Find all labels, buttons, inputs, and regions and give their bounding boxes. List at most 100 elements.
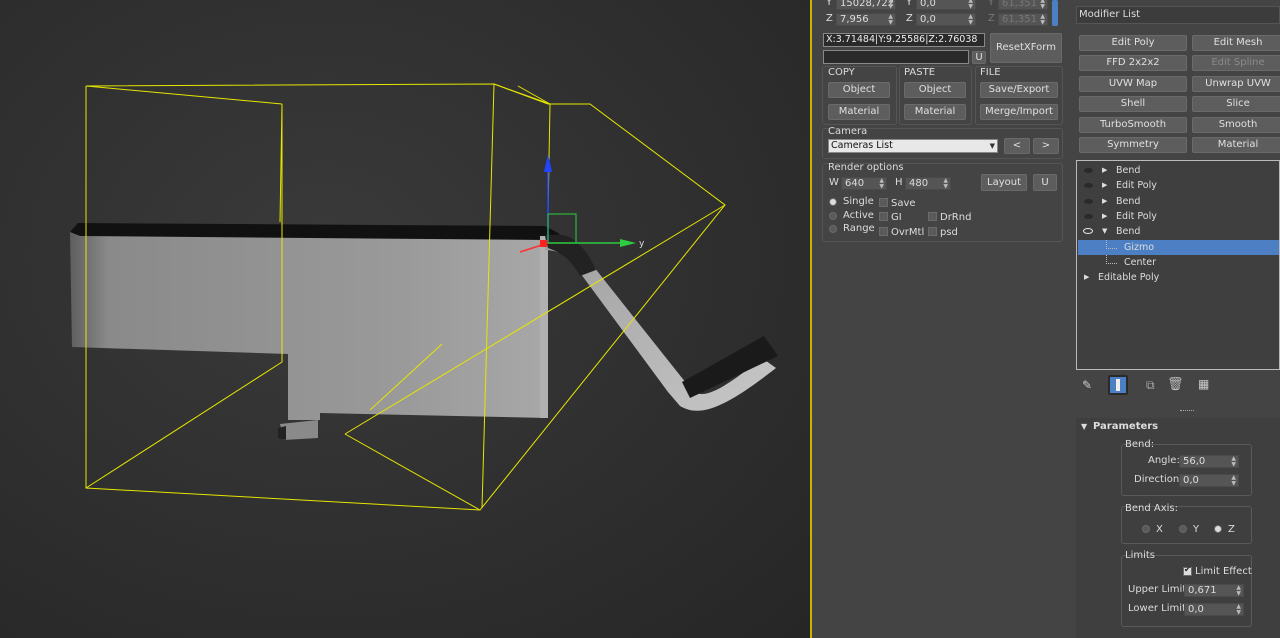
- direction-label: Direction:: [1134, 474, 1183, 485]
- spinner-arrows-icon[interactable]: ▲ ▼: [943, 178, 948, 190]
- render-u-button[interactable]: U: [1033, 174, 1057, 191]
- modifier-stack[interactable]: ▶ Bend ▶ Edit Poly ▶ Bend ▶ Edit Poly ▼ Bend Gizmo…: [1076, 160, 1280, 370]
- spinner-arrows-icon[interactable]: ▲ ▼: [1231, 456, 1236, 468]
- visibility-toggle-icon[interactable]: [1084, 213, 1093, 219]
- rollout-divider[interactable]: [1180, 410, 1194, 413]
- modifier-button[interactable]: Edit Spline: [1192, 55, 1280, 72]
- stack-item[interactable]: Center: [1078, 254, 1279, 270]
- axis-z-label: Z: [1228, 524, 1235, 535]
- ovrmtl-checkbox[interactable]: [879, 227, 888, 236]
- coord-y2-field[interactable]: 0,0 ▲ ▼: [916, 0, 976, 10]
- axis-z-radio[interactable]: [1214, 525, 1222, 533]
- expand-right-icon[interactable]: ▶: [1102, 209, 1107, 224]
- stack-item[interactable]: ▼ Bend: [1078, 224, 1279, 239]
- scroll-indicator[interactable]: [1052, 0, 1058, 26]
- cursor-readout-field[interactable]: X:3.71484|Y:9.25586|Z:2.76038: [823, 33, 985, 47]
- save-checkbox[interactable]: [879, 198, 888, 207]
- axis-x-radio[interactable]: [1142, 525, 1150, 533]
- stack-item[interactable]: ▶ Editable Poly: [1078, 270, 1279, 285]
- modifier-button[interactable]: Smooth: [1192, 116, 1280, 133]
- modifier-button[interactable]: TurboSmooth: [1079, 116, 1187, 133]
- show-end-result-icon[interactable]: [1108, 375, 1128, 395]
- expand-right-icon[interactable]: ▶: [1102, 178, 1107, 193]
- axis-y-radio[interactable]: [1179, 525, 1187, 533]
- gi-checkbox[interactable]: [879, 212, 888, 221]
- drrnd-checkbox[interactable]: [928, 212, 937, 221]
- spinner-arrows-icon[interactable]: ▲ ▼: [888, 0, 893, 10]
- expand-right-icon[interactable]: ▶: [1102, 163, 1107, 178]
- angle-field[interactable]: 56,0 ▲ ▼: [1179, 455, 1239, 468]
- coord-z2-field[interactable]: 0,0 ▲ ▼: [916, 13, 976, 26]
- coord-z3-field: 61,351 ▲ ▼: [998, 13, 1048, 26]
- stack-item-label: Center: [1124, 256, 1156, 268]
- direction-field[interactable]: 0,0 ▲ ▼: [1179, 474, 1239, 487]
- visibility-toggle-icon[interactable]: [1084, 198, 1093, 204]
- layout-button[interactable]: Layout: [981, 174, 1027, 191]
- stack-item[interactable]: ▶ Bend: [1078, 194, 1279, 209]
- coord-z-field[interactable]: 7,956 ▲ ▼: [836, 13, 896, 26]
- expand-right-icon[interactable]: ▶: [1102, 194, 1107, 209]
- expand-right-icon[interactable]: ▶: [1084, 270, 1089, 285]
- tree-line: [1106, 239, 1117, 249]
- copy-material-button[interactable]: Material: [828, 104, 890, 120]
- collapse-arrow-icon[interactable]: ▼: [1081, 422, 1087, 431]
- active-radio[interactable]: [829, 212, 837, 220]
- modifier-list-dropdown[interactable]: Modifier List: [1076, 6, 1280, 24]
- limit-effect-checkbox[interactable]: ✔: [1183, 565, 1192, 576]
- parameters-title[interactable]: Parameters: [1093, 421, 1158, 432]
- u-button[interactable]: U: [972, 51, 986, 64]
- viewport[interactable]: y: [0, 0, 810, 638]
- modifier-button[interactable]: Symmetry: [1079, 137, 1187, 153]
- spinner-arrows-icon[interactable]: ▲ ▼: [1231, 475, 1236, 487]
- spinner-arrows-icon[interactable]: ▲ ▼: [968, 0, 973, 10]
- expand-down-icon[interactable]: ▼: [1102, 224, 1107, 239]
- spinner-arrows-icon[interactable]: ▲ ▼: [888, 14, 893, 26]
- single-radio[interactable]: [829, 198, 837, 206]
- stack-item[interactable]: ▶ Bend: [1078, 163, 1279, 178]
- spinner-arrows-icon[interactable]: ▲ ▼: [1236, 604, 1241, 616]
- spinner-arrows-icon[interactable]: ▲ ▼: [879, 178, 884, 190]
- stack-item[interactable]: Gizmo: [1078, 239, 1279, 255]
- camera-prev-button[interactable]: <: [1004, 138, 1030, 154]
- name-input[interactable]: [823, 50, 969, 64]
- eye-icon[interactable]: [1083, 228, 1093, 235]
- render-w-label: W: [829, 177, 839, 188]
- merge-import-button[interactable]: Merge/Import: [980, 104, 1058, 120]
- configure-sets-icon[interactable]: ▦: [1198, 377, 1209, 391]
- copy-object-button[interactable]: Object: [828, 82, 890, 98]
- mesh-object[interactable]: [70, 223, 778, 440]
- upper-limit-label: Upper Limit:: [1128, 584, 1190, 595]
- modifier-button[interactable]: Slice: [1192, 96, 1280, 113]
- modifier-button[interactable]: Edit Poly: [1079, 35, 1187, 51]
- limit-effect-label: Limit Effect: [1195, 566, 1252, 577]
- modifier-button[interactable]: UVW Map: [1079, 75, 1187, 92]
- cameras-dropdown[interactable]: Cameras List ▼: [828, 139, 998, 153]
- modifier-button[interactable]: Material: [1192, 137, 1280, 153]
- visibility-toggle-icon[interactable]: [1084, 168, 1093, 173]
- visibility-toggle-icon[interactable]: [1084, 183, 1093, 189]
- camera-next-button[interactable]: >: [1033, 138, 1059, 154]
- lower-limit-field[interactable]: 0,0 ▲ ▼: [1184, 603, 1244, 616]
- spinner-arrows-icon[interactable]: ▲ ▼: [968, 14, 973, 26]
- resetxform-button[interactable]: ResetXForm: [990, 33, 1062, 63]
- modifier-button[interactable]: Shell: [1079, 96, 1187, 113]
- modifier-button[interactable]: Unwrap UVW: [1192, 75, 1280, 92]
- stack-item[interactable]: ▶ Edit Poly: [1078, 178, 1279, 193]
- psd-checkbox[interactable]: [928, 227, 937, 236]
- pin-stack-icon[interactable]: ✎: [1082, 378, 1092, 392]
- modifier-button[interactable]: FFD 2x2x2: [1079, 55, 1187, 72]
- paste-material-button[interactable]: Material: [904, 104, 966, 120]
- stack-item[interactable]: ▶ Edit Poly: [1078, 209, 1279, 224]
- save-export-button[interactable]: Save/Export: [980, 82, 1058, 98]
- upper-limit-field[interactable]: 0,671 ▲ ▼: [1184, 584, 1244, 597]
- range-radio[interactable]: [829, 225, 837, 233]
- render-width-field[interactable]: 640 ▲ ▼: [841, 177, 887, 190]
- coord-y-field[interactable]: 15028,722 ▲ ▼: [836, 0, 896, 10]
- single-label: Single: [843, 196, 874, 207]
- paste-object-button[interactable]: Object: [904, 82, 966, 98]
- make-unique-icon[interactable]: ⧉: [1146, 378, 1155, 393]
- modifier-button[interactable]: Edit Mesh: [1192, 35, 1280, 51]
- render-height-field[interactable]: 480 ▲ ▼: [905, 177, 951, 190]
- remove-modifier-icon[interactable]: 🗑: [1167, 377, 1184, 392]
- spinner-arrows-icon[interactable]: ▲ ▼: [1236, 585, 1241, 597]
